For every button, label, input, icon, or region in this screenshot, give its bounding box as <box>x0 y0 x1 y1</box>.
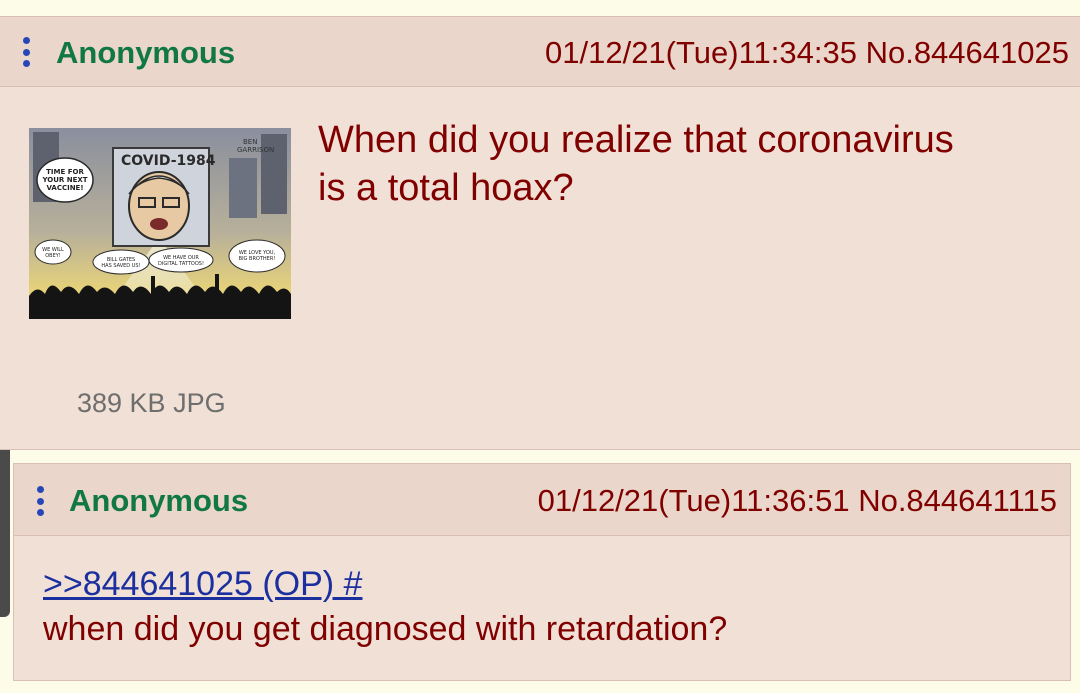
post-menu-icon[interactable] <box>23 37 31 67</box>
post-menu-icon[interactable] <box>37 486 45 516</box>
op-post-body-line: When did you realize that coronavirus <box>318 119 954 161</box>
post-datetime: 01/12/21(Tue)11:34:35 <box>545 35 857 70</box>
svg-text:GARRISON: GARRISON <box>237 146 274 154</box>
op-post-body-line: is a total hoax? <box>318 167 574 209</box>
post-image-thumbnail[interactable]: COVID-1984 BEN GARRISON TIME FOR YOUR NE… <box>29 128 291 319</box>
quote-link[interactable]: >>844641025 (OP) # <box>43 567 362 601</box>
post-datetime: 01/12/21(Tue)11:36:51 <box>537 483 850 518</box>
svg-text:TIME FOR: TIME FOR <box>46 168 84 176</box>
op-post-header: Anonymous 01/12/21(Tue)11:34:35 No.84464… <box>0 17 1080 87</box>
post-number[interactable]: No.844641025 <box>866 35 1069 70</box>
poster-name: Anonymous <box>69 483 249 518</box>
reply-post-body: when did you get diagnosed with retardat… <box>43 610 728 648</box>
op-post-body: When did you realize that coronavirus is… <box>318 116 954 212</box>
svg-text:OBEY!: OBEY! <box>45 253 61 259</box>
post-number[interactable]: No.844641115 <box>858 483 1057 518</box>
file-info: 389 KB JPG <box>77 388 226 418</box>
svg-text:BIG BROTHER!: BIG BROTHER! <box>239 256 276 262</box>
poster-name: Anonymous <box>56 35 236 70</box>
svg-text:DIGITAL TATTOOS!: DIGITAL TATTOOS! <box>158 261 204 267</box>
svg-text:HAS SAVED US!: HAS SAVED US! <box>101 263 140 269</box>
svg-text:VACCINE!: VACCINE! <box>46 184 83 192</box>
reply-post-header: Anonymous 01/12/21(Tue)11:36:51 No.84464… <box>14 464 1070 536</box>
svg-text:COVID-1984: COVID-1984 <box>121 153 216 169</box>
cartoon-thumbnail-icon: COVID-1984 BEN GARRISON TIME FOR YOUR NE… <box>29 128 291 319</box>
svg-text:BEN: BEN <box>243 138 257 146</box>
svg-text:YOUR NEXT: YOUR NEXT <box>41 176 87 184</box>
